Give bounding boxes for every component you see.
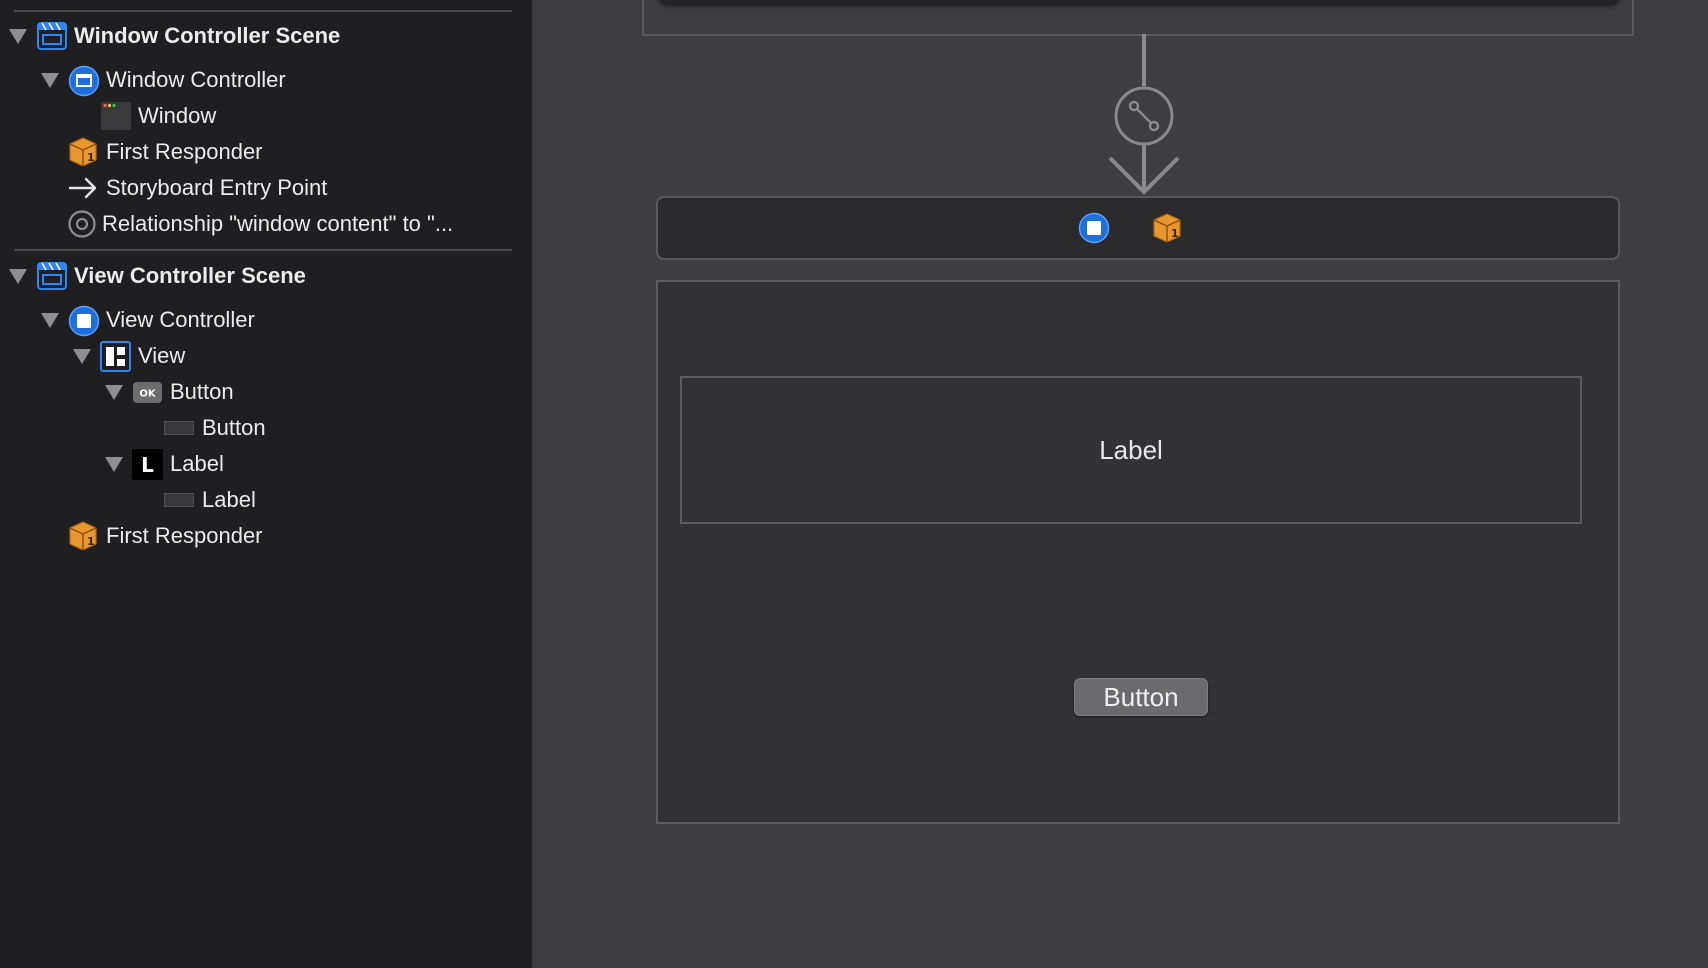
outline-separator bbox=[14, 249, 512, 251]
outline-row-label[interactable]: L Label bbox=[0, 447, 532, 481]
outline-row-window-controller[interactable]: Window Controller bbox=[0, 63, 532, 97]
outline-row-view[interactable]: View bbox=[0, 339, 532, 373]
canvas-button[interactable]: Button bbox=[1074, 678, 1208, 716]
outline-label: First Responder bbox=[106, 139, 263, 164]
view-controller-icon bbox=[68, 305, 100, 337]
window-controller-icon bbox=[68, 65, 100, 97]
disclosure-triangle-icon[interactable] bbox=[9, 267, 27, 285]
svg-text:1: 1 bbox=[87, 535, 95, 548]
document-outline: Window Controller Scene Window Controlle… bbox=[0, 0, 534, 968]
first-responder-cube-icon: 1 bbox=[68, 136, 98, 168]
outline-label: Label bbox=[170, 451, 224, 476]
interface-builder: Window Controller Scene Window Controlle… bbox=[0, 0, 1708, 968]
arrow-right-icon bbox=[68, 176, 98, 200]
label-l-icon: L bbox=[132, 449, 163, 480]
window-icon bbox=[101, 102, 131, 130]
storyboard-scene-icon bbox=[37, 22, 67, 50]
segue-relationship-icon[interactable] bbox=[1094, 34, 1194, 196]
storyboard-scene-icon bbox=[37, 262, 67, 290]
disclosure-triangle-icon[interactable] bbox=[41, 71, 59, 89]
view-layout-icon bbox=[100, 341, 131, 372]
outline-label: View bbox=[138, 343, 186, 368]
outline-row-view-controller-scene[interactable]: View Controller Scene bbox=[0, 259, 532, 293]
first-responder-cube-icon: 1 bbox=[68, 520, 98, 552]
disclosure-triangle-icon[interactable] bbox=[105, 383, 123, 401]
ok-button-icon: OK bbox=[133, 382, 162, 403]
outline-row-first-responder[interactable]: 1 First Responder bbox=[0, 135, 532, 169]
storyboard-canvas[interactable]: 1 Label Button bbox=[534, 0, 1708, 968]
outline-row-label-cell[interactable]: Label bbox=[0, 483, 532, 517]
outline-row-window[interactable]: Window bbox=[0, 99, 532, 133]
outline-label: Button bbox=[202, 415, 266, 440]
view-controller-content-view[interactable]: Label Button bbox=[656, 280, 1620, 824]
cell-bar-icon bbox=[164, 493, 194, 507]
cell-bar-icon bbox=[164, 421, 194, 435]
window-scene-bottom-edge bbox=[658, 0, 1620, 4]
view-controller-icon[interactable] bbox=[1078, 212, 1110, 244]
outline-label: Button bbox=[170, 379, 234, 404]
outline-label: View Controller bbox=[106, 307, 255, 332]
outline-label: First Responder bbox=[106, 523, 263, 548]
outline-label: Window Controller bbox=[106, 67, 286, 92]
window-scene-frame[interactable] bbox=[642, 0, 1634, 36]
svg-text:OK: OK bbox=[139, 389, 157, 400]
svg-text:L: L bbox=[141, 453, 154, 477]
disclosure-triangle-icon[interactable] bbox=[105, 455, 123, 473]
scene-title: View Controller Scene bbox=[74, 263, 306, 288]
scene-title: Window Controller Scene bbox=[74, 23, 341, 48]
outline-label: Label bbox=[202, 487, 256, 512]
outline-row-first-responder-2[interactable]: 1 First Responder bbox=[0, 519, 532, 553]
svg-text:1: 1 bbox=[87, 151, 95, 164]
outline-row-view-controller[interactable]: View Controller bbox=[0, 303, 532, 337]
disclosure-triangle-icon[interactable] bbox=[9, 27, 27, 45]
disclosure-triangle-icon[interactable] bbox=[41, 311, 59, 329]
outline-row-window-controller-scene[interactable]: Window Controller Scene bbox=[0, 19, 532, 53]
first-responder-cube-icon[interactable]: 1 bbox=[1152, 212, 1182, 244]
disclosure-triangle-icon[interactable] bbox=[73, 347, 91, 365]
outline-label: Storyboard Entry Point bbox=[106, 175, 328, 200]
outline-row-button[interactable]: OK Button bbox=[0, 375, 532, 409]
outline-separator bbox=[14, 10, 512, 12]
outline-row-button-cell[interactable]: Button bbox=[0, 411, 532, 445]
outline-row-relationship[interactable]: Relationship "window content" to "... bbox=[0, 207, 532, 241]
relationship-circle-icon bbox=[68, 210, 96, 238]
outline-label: Relationship "window content" to "... bbox=[102, 211, 454, 236]
outline-label: Window bbox=[138, 103, 217, 128]
outline-row-storyboard-entry-point[interactable]: Storyboard Entry Point bbox=[0, 171, 532, 205]
svg-text:1: 1 bbox=[1171, 227, 1179, 240]
canvas-label[interactable]: Label bbox=[680, 376, 1582, 524]
scene-dock[interactable]: 1 bbox=[656, 196, 1620, 260]
